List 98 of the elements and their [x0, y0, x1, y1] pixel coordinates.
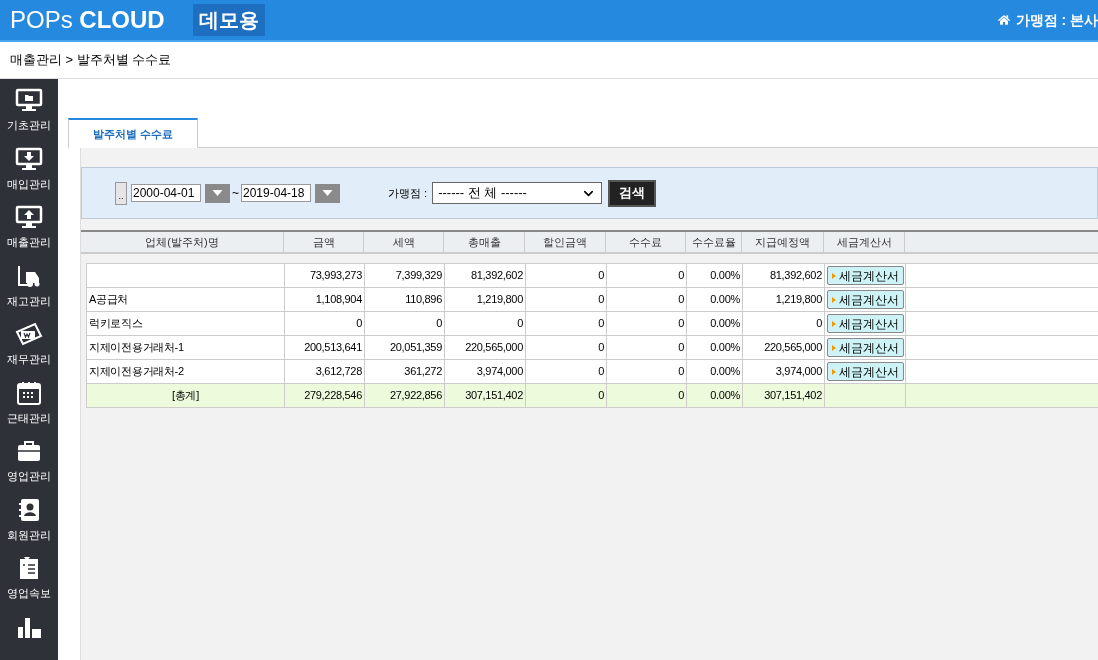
sidebar-item[interactable]: 재고관리 — [7, 263, 51, 322]
dropdown-button[interactable] — [205, 183, 230, 203]
triangle-down-icon — [322, 190, 333, 196]
table-cell: 0 — [526, 312, 607, 335]
start-date-field[interactable]: 2000-04-01 — [131, 184, 201, 202]
store-label: 가맹점 : 본사 — [1015, 10, 1098, 30]
column-header: 수수료율 — [686, 232, 742, 252]
table-cell: 0 — [607, 360, 687, 383]
tax-invoice-button[interactable]: 세금계산서 — [826, 266, 904, 285]
table-cell: 0 — [365, 312, 445, 335]
table-cell: 1,219,800 — [743, 288, 825, 311]
caret-icon — [831, 344, 836, 351]
table-cell: 0 — [526, 264, 607, 287]
column-header: 금액 — [284, 232, 364, 252]
caret-icon — [831, 368, 836, 375]
table-cell: 0.00% — [687, 264, 743, 287]
table-cell: 0 — [607, 264, 687, 287]
demo-badge: 데모용 — [193, 4, 265, 36]
breadcrumb: 매출관리 > 발주처별 수수료 — [10, 51, 172, 70]
table-cell: 220,565,000 — [743, 336, 825, 359]
table-cell: 0 — [445, 312, 526, 335]
table-cell: 0 — [607, 384, 687, 407]
column-header: 지급예정액 — [742, 232, 824, 252]
column-header: 세액 — [364, 232, 444, 252]
table-cell: 220,565,000 — [445, 336, 526, 359]
tax-invoice-button[interactable]: 세금계산서 — [826, 338, 904, 357]
table-cell: 361,272 — [365, 360, 445, 383]
table-cell: 3,974,000 — [743, 360, 825, 383]
date-picker-button[interactable]: .. — [115, 181, 127, 205]
table-cell: 1,219,800 — [445, 288, 526, 311]
table-cell: 307,151,402 — [445, 384, 526, 407]
table-cell: 0 — [526, 336, 607, 359]
table-cell: 27,922,856 — [365, 384, 445, 407]
table-cell: 0 — [285, 312, 365, 335]
table-cell: 럭키로직스 — [87, 312, 285, 335]
tax-invoice-button[interactable]: 세금계산서 — [826, 290, 904, 309]
table-cell: 0 — [526, 360, 607, 383]
briefcase-icon — [15, 439, 43, 463]
table-cell: 307,151,402 — [743, 384, 825, 407]
logo: POPs CLOUD — [10, 5, 166, 35]
search-button[interactable]: 검색 — [608, 179, 657, 207]
table-cell: 1,108,904 — [285, 288, 365, 311]
table-cell: 7,399,329 — [365, 264, 445, 287]
table-cell: A공급처 — [87, 288, 285, 311]
column-header: 수수료 — [606, 232, 686, 252]
sidebar-item[interactable]: 영업속보 — [7, 556, 51, 615]
table-cell: 0 — [607, 312, 687, 335]
table-cell: 81,392,602 — [445, 264, 526, 287]
column-header: 세금계산서 — [824, 232, 905, 252]
table-cell: 지제이전용거래처-2 — [87, 360, 285, 383]
calendar-icon — [15, 380, 43, 405]
table-cell: 81,392,602 — [743, 264, 825, 287]
sidebar-item[interactable]: 회원관리 — [7, 497, 51, 556]
table-cell: 0 — [607, 288, 687, 311]
dropdown-button[interactable] — [315, 183, 340, 203]
table-cell: 0 — [526, 288, 607, 311]
store-select[interactable]: ------ 전 체 ------ — [432, 182, 603, 204]
sidebar-item[interactable]: 영업관리 — [7, 439, 51, 498]
store-filter-label: 가맹점 : — [388, 185, 428, 201]
table-cell: 0.00% — [687, 384, 743, 407]
table-cell: 0.00% — [687, 312, 743, 335]
caret-icon — [831, 296, 836, 303]
table-cell: 3,612,728 — [285, 360, 365, 383]
table-cell: 0 — [607, 336, 687, 359]
table-cell: 0.00% — [687, 336, 743, 359]
tax-invoice-button[interactable]: 세금계산서 — [826, 362, 904, 381]
table-cell: [총계] — [87, 384, 285, 407]
sidebar-item[interactable]: 재무관리 — [7, 322, 51, 381]
table-cell: 0 — [743, 312, 825, 335]
caret-icon — [831, 320, 836, 327]
table-cell: 73,993,273 — [285, 264, 365, 287]
table-cell: 110,896 — [365, 288, 445, 311]
table-cell: 3,974,000 — [445, 360, 526, 383]
column-header: 할인금액 — [525, 232, 606, 252]
table-cell: 200,513,641 — [285, 336, 365, 359]
column-header: 총매출 — [444, 232, 525, 252]
table-cell: 279,228,546 — [285, 384, 365, 407]
monitor-up-arrow-icon — [15, 205, 43, 229]
caret-icon — [831, 272, 836, 279]
end-date-field[interactable]: 2019-04-18 — [241, 184, 311, 202]
sidebar-item[interactable]: 매출관리 — [7, 205, 51, 264]
column-header: 업체(발주처)명 — [81, 232, 284, 252]
table-cell: 0.00% — [687, 288, 743, 311]
tax-invoice-button[interactable]: 세금계산서 — [826, 314, 904, 333]
triangle-down-icon — [212, 190, 223, 196]
sidebar-item[interactable]: 매입관리 — [7, 146, 51, 205]
home-icon — [997, 14, 1010, 26]
table-cell: 지제이전용거래처-1 — [87, 336, 285, 359]
sidebar-item[interactable]: 근태관리 — [7, 380, 51, 439]
monitor-down-arrow-icon — [15, 146, 43, 171]
table-cell: 0 — [526, 384, 607, 407]
tab[interactable]: 발주처별 수수료 — [68, 118, 198, 148]
monitor-folder-icon — [15, 88, 43, 112]
banknote-icon — [15, 322, 43, 346]
table-cell: 20,051,359 — [365, 336, 445, 359]
sidebar-item[interactable]: 기초관리 — [7, 88, 51, 147]
range-separator: ~ — [232, 185, 239, 202]
table-cell: 0.00% — [687, 360, 743, 383]
